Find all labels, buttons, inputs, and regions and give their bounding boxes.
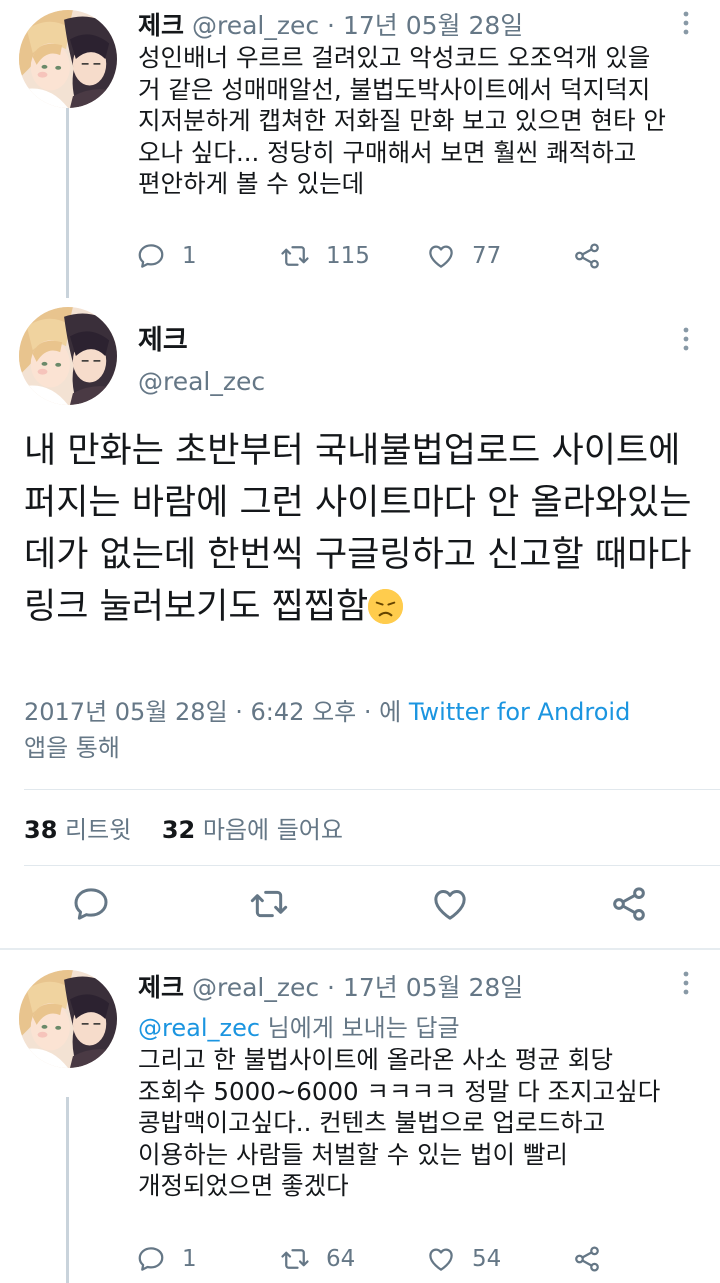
main-tweet-actions [0, 884, 720, 928]
like-button[interactable]: 77 [426, 238, 501, 274]
tweet-header: 제크 @real_zec · 17년 05월 28일 [138, 6, 523, 42]
likes-stat[interactable]: 32 마음에 들어요 [162, 816, 343, 844]
reply-icon [136, 241, 166, 271]
main-tweet-text: 내 만화는 초반부터 국내불법업로드 사이트에 퍼지는 바람에 그런 사이트마다… [24, 425, 714, 633]
retweet-button[interactable]: 64 [280, 1241, 355, 1277]
avatar-image [19, 10, 117, 108]
user-handle[interactable]: @real_zec [138, 367, 265, 396]
thread-line [66, 108, 69, 298]
thread-line [66, 1097, 69, 1283]
retweet-button[interactable]: 115 [280, 238, 370, 274]
avatar-image [19, 307, 117, 405]
tweet-actions: 1 115 77 [136, 238, 636, 274]
reply-icon [71, 884, 111, 924]
reply-count: 1 [182, 243, 197, 269]
tweet-date[interactable]: 17년 05월 28일 [343, 973, 523, 1002]
reply-to-suffix: 님에게 보내는 답글 [260, 1014, 460, 1042]
main-tweet-body: 내 만화는 초반부터 국내불법업로드 사이트에 퍼지는 바람에 그런 사이트마다… [24, 431, 692, 627]
tweet-date[interactable]: 17년 05월 28일 [343, 11, 523, 40]
share-button[interactable] [572, 238, 602, 274]
source-suffix: 앱을 통해 [24, 734, 120, 762]
avatar[interactable] [19, 307, 117, 405]
share-icon [572, 1244, 602, 1274]
like-button[interactable]: 54 [426, 1241, 501, 1277]
like-icon [426, 241, 456, 271]
like-button[interactable] [430, 884, 470, 924]
more-options-button[interactable] [676, 968, 696, 998]
section-divider [0, 948, 720, 950]
tweet-actions: 1 64 54 [136, 1241, 636, 1277]
display-name[interactable]: 제크 [138, 11, 184, 40]
separator: · [327, 973, 335, 1002]
avatar[interactable] [19, 970, 117, 1068]
tweet-timestamp: 2017년 05월 28일 · 6:42 오후 · 에 [24, 698, 409, 726]
more-options-icon [676, 324, 696, 354]
share-icon [572, 241, 602, 271]
retweets-stat[interactable]: 38 리트윗 [24, 816, 131, 844]
reply-button[interactable] [71, 884, 111, 924]
like-icon [426, 1244, 456, 1274]
display-name[interactable]: 제크 [138, 973, 184, 1002]
retweet-icon [280, 241, 310, 271]
like-icon [430, 884, 470, 924]
share-icon [609, 884, 649, 924]
more-options-button[interactable] [676, 324, 696, 354]
reply-icon [136, 1244, 166, 1274]
retweet-icon [280, 1244, 310, 1274]
more-options-button[interactable] [676, 8, 696, 38]
more-options-icon [676, 968, 696, 998]
divider [24, 789, 720, 790]
share-button[interactable] [609, 884, 649, 924]
user-handle[interactable]: @real_zec [192, 973, 319, 1002]
display-name[interactable]: 제크 [138, 318, 188, 357]
separator: · [327, 11, 335, 40]
avatar-image [19, 970, 117, 1068]
retweet-count: 64 [326, 1246, 356, 1272]
reply-button[interactable]: 1 [136, 1241, 197, 1277]
share-button[interactable] [572, 1241, 602, 1277]
retweet-count: 115 [326, 243, 370, 269]
tweet-text: 성인배너 우르르 걸려있고 악성코드 오조억개 있을 거 같은 성매매알선, 불… [138, 43, 666, 198]
reply-to-handle[interactable]: @real_zec [138, 1014, 260, 1042]
divider [24, 865, 720, 866]
like-count: 77 [472, 243, 502, 269]
avatar[interactable] [19, 10, 117, 108]
reply-count: 1 [182, 1246, 197, 1272]
replying-to: @real_zec 님에게 보내는 답글 [138, 1008, 460, 1043]
user-handle[interactable]: @real_zec [192, 11, 319, 40]
tweet-meta: 2017년 05월 28일 · 6:42 오후 · 에 Twitter for … [24, 694, 704, 766]
retweet-icon [249, 884, 289, 924]
retweet-button[interactable] [249, 884, 289, 924]
more-options-icon [676, 8, 696, 38]
tweet-header: 제크 @real_zec · 17년 05월 28일 [138, 968, 523, 1004]
like-count: 54 [472, 1246, 502, 1272]
reply-button[interactable]: 1 [136, 238, 197, 274]
engagement-stats: 38 리트윗 32 마음에 들어요 [24, 810, 343, 845]
source-link[interactable]: Twitter for Android [409, 698, 630, 726]
tweet-text: 그리고 한 불법사이트에 올라온 사소 평균 회당 조회수 5000~6000 … [138, 1045, 661, 1200]
disappointed-face-icon [368, 589, 404, 624]
